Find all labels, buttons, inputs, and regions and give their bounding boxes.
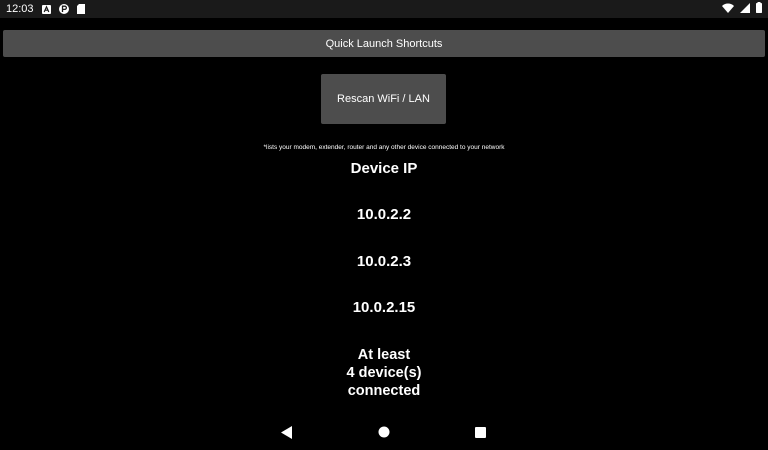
sd-card-icon	[76, 4, 85, 14]
screen: 12:03 Quick Launch Shortcuts Rescan WiFi…	[0, 0, 768, 450]
rescan-wifi-lan-button[interactable]: Rescan WiFi / LAN	[321, 74, 446, 124]
p-notification-icon	[58, 4, 69, 14]
battery-icon	[756, 2, 762, 16]
device-ip-item: 10.0.2.2	[356, 206, 412, 223]
summary-line: connected	[347, 383, 421, 399]
quick-launch-shortcuts-button[interactable]: Quick Launch Shortcuts	[3, 30, 765, 57]
device-ip-item: 10.0.2.3	[356, 253, 412, 270]
status-time: 12:03	[6, 3, 34, 15]
device-count-summary: At least 4 device(s) connected	[0, 346, 768, 400]
recents-icon[interactable]	[472, 424, 488, 440]
status-right-icons	[722, 0, 762, 18]
wifi-icon	[722, 3, 734, 16]
summary-line: At least	[357, 347, 411, 363]
home-icon[interactable]	[376, 424, 392, 440]
summary-line: 4 device(s)	[346, 365, 422, 381]
device-ip-item: 10.0.2.15	[352, 299, 416, 316]
back-icon[interactable]	[279, 424, 295, 440]
status-bar: 12:03	[0, 0, 768, 18]
device-ip-header: Device IP	[350, 160, 418, 177]
navigation-bar	[0, 416, 768, 450]
network-note: *lists your modem, extender, router and …	[263, 144, 505, 151]
a-notification-icon	[41, 4, 51, 14]
signal-icon	[740, 2, 750, 16]
